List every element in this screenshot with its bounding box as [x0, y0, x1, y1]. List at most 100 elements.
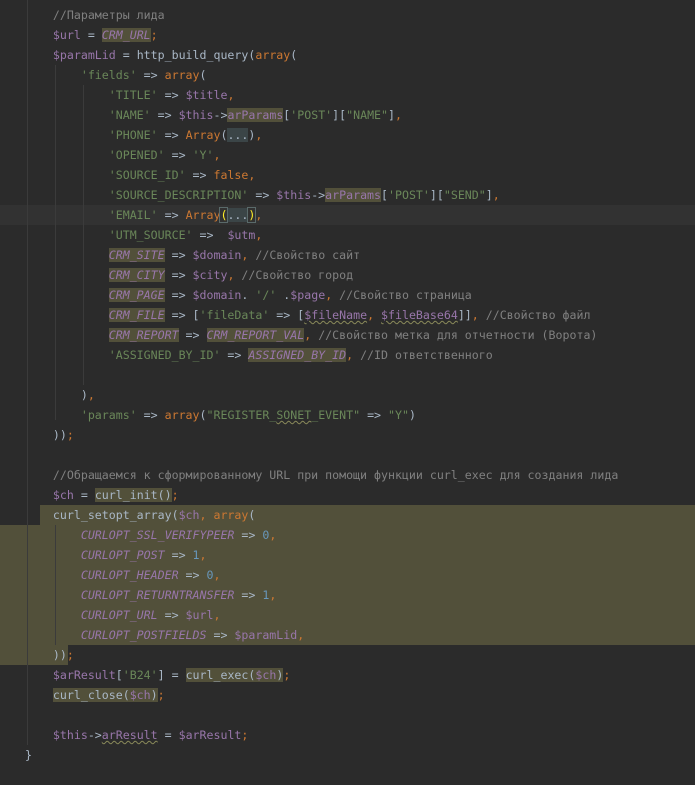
- code-token: ] =: [157, 668, 186, 682]
- code-token: $page: [290, 288, 326, 302]
- code-token: (: [199, 408, 207, 422]
- code-token: ,: [213, 568, 221, 582]
- code-token: CRM_CITY: [108, 268, 165, 282]
- code-token: (: [290, 48, 298, 62]
- code-token: "SEND": [443, 188, 486, 202]
- code-line[interactable]: curl_setopt_array($ch, array(: [25, 505, 255, 525]
- code-token: ,: [213, 148, 221, 162]
- code-token: $arResult: [52, 668, 116, 682]
- code-line[interactable]: 'SOURCE_ID' => false,: [25, 165, 256, 185]
- code-token: CRM_SITE: [108, 248, 165, 262]
- code-editor[interactable]: //Параметры лида $url = CRM_URL; $paramL…: [0, 0, 695, 785]
- code-token: ;: [157, 688, 165, 702]
- code-token: =>: [157, 88, 186, 102]
- code-token: = http_build_query(: [115, 48, 256, 62]
- code-line[interactable]: 'TITLE' => $title,: [25, 85, 235, 105]
- code-line[interactable]: //Обращаемся к сформированному URL при п…: [25, 465, 618, 485]
- code-line[interactable]: CURLOPT_SSL_VERIFYPEER => 0,: [25, 525, 276, 545]
- code-line[interactable]: $url = CRM_URL;: [25, 25, 158, 45]
- code-token: "Y": [388, 408, 409, 422]
- code-token: ->: [311, 188, 326, 202]
- code-token: =>: [157, 608, 186, 622]
- code-token: =>: [164, 148, 193, 162]
- code-token: .: [276, 288, 291, 302]
- code-line[interactable]: CURLOPT_URL => $url,: [25, 605, 221, 625]
- code-line[interactable]: 'params' => array("REGISTER_SONET_EVENT"…: [25, 405, 416, 425]
- code-token: $paramLid: [52, 48, 116, 62]
- code-token: =: [73, 488, 95, 502]
- code-token: $fileBase64: [381, 308, 458, 322]
- code-line[interactable]: }: [25, 745, 32, 765]
- code-token: CURLOPT_HEADER: [80, 568, 179, 582]
- code-line[interactable]: ),: [25, 385, 95, 405]
- code-token: CRM_URL: [101, 28, 151, 42]
- code-line[interactable]: CRM_PAGE => $domain. '/' .$page, //Свойс…: [25, 285, 472, 305]
- code-line[interactable]: 'NAME' => $this->arParams['POST']["NAME"…: [25, 105, 402, 125]
- code-line[interactable]: CRM_FILE => ['fileData' => [$fileName, $…: [25, 305, 590, 325]
- code-token: $this: [52, 728, 88, 742]
- code-line[interactable]: $this->arResult = $arResult;: [25, 725, 248, 745]
- folded-code-button[interactable]: ...: [227, 208, 249, 222]
- code-line[interactable]: CRM_SITE => $domain, //Свойство сайт: [25, 245, 360, 265]
- code-token: 'ASSIGNED_BY_ID': [108, 348, 221, 362]
- code-token: 'B24': [122, 668, 158, 682]
- code-line[interactable]: 'fields' => array(: [25, 65, 207, 85]
- code-token: ]: [388, 108, 396, 122]
- code-token: curl_exec(: [185, 668, 256, 682]
- code-token: //Параметры лида: [25, 8, 165, 22]
- code-token: [: [381, 188, 388, 202]
- code-token: , array: [199, 508, 249, 522]
- code-line[interactable]: $arResult['B24'] = curl_exec($ch);: [25, 665, 290, 685]
- code-token: array: [255, 48, 291, 62]
- code-line[interactable]: $paramLid = http_build_query(array(: [25, 45, 297, 65]
- code-token: '/': [255, 288, 277, 302]
- code-line[interactable]: CURLOPT_POST => 1,: [25, 545, 207, 565]
- code-line[interactable]: ));: [25, 425, 74, 445]
- code-token: 'EMAIL': [108, 208, 158, 222]
- code-line[interactable]: //Параметры лида: [25, 5, 165, 25]
- code-token: )): [25, 428, 67, 442]
- code-token: =>: [136, 68, 165, 82]
- code-token: arResult: [101, 728, 158, 742]
- code-token: CURLOPT_URL: [80, 608, 158, 622]
- code-line[interactable]: CURLOPT_RETURNTRANSFER => 1,: [25, 585, 276, 605]
- code-token: ASSIGNED_BY_ID: [248, 348, 347, 362]
- code-line[interactable]: CRM_REPORT => CRM_REPORT_VAL, //Свойство…: [25, 325, 597, 345]
- code-line[interactable]: 'EMAIL' => Array(...),: [25, 205, 262, 225]
- code-line[interactable]: 'ASSIGNED_BY_ID' => ASSIGNED_BY_ID, //ID…: [25, 345, 493, 365]
- code-token: =>: [164, 548, 193, 562]
- code-token: => [: [269, 308, 305, 322]
- code-line[interactable]: CURLOPT_POSTFIELDS => $paramLid,: [25, 625, 304, 645]
- code-token: =>: [234, 528, 263, 542]
- code-token: $this: [276, 188, 312, 202]
- code-line[interactable]: 'PHONE' => Array(...),: [25, 125, 262, 145]
- code-token: false,: [213, 168, 256, 182]
- code-token: 'Y': [192, 148, 214, 162]
- code-line[interactable]: 'UTM_SOURCE' => $utm,: [25, 225, 263, 245]
- code-line[interactable]: curl_close($ch);: [25, 685, 165, 705]
- code-line[interactable]: CRM_CITY => $city, //Свойство город: [25, 265, 353, 285]
- code-token: 'POST': [290, 108, 333, 122]
- code-token: CURLOPT_RETURNTRANSFER: [80, 588, 235, 602]
- code-token: 'POST': [388, 188, 430, 202]
- code-token: =>: [164, 248, 193, 262]
- code-token: curl_init(): [94, 488, 172, 502]
- code-line[interactable]: CURLOPT_HEADER => 0,: [25, 565, 221, 585]
- code-token: ][: [429, 188, 444, 202]
- folded-code-button[interactable]: ...: [227, 128, 249, 142]
- code-line[interactable]: 'OPENED' => 'Y',: [25, 145, 221, 165]
- code-token: =: [157, 728, 179, 742]
- code-token: =>: [178, 568, 207, 582]
- code-token: (: [199, 68, 207, 82]
- code-line[interactable]: ));: [25, 645, 74, 665]
- code-line[interactable]: $ch = curl_init();: [25, 485, 179, 505]
- code-line[interactable]: 'SOURCE_DESCRIPTION' => $this->arParams[…: [25, 185, 500, 205]
